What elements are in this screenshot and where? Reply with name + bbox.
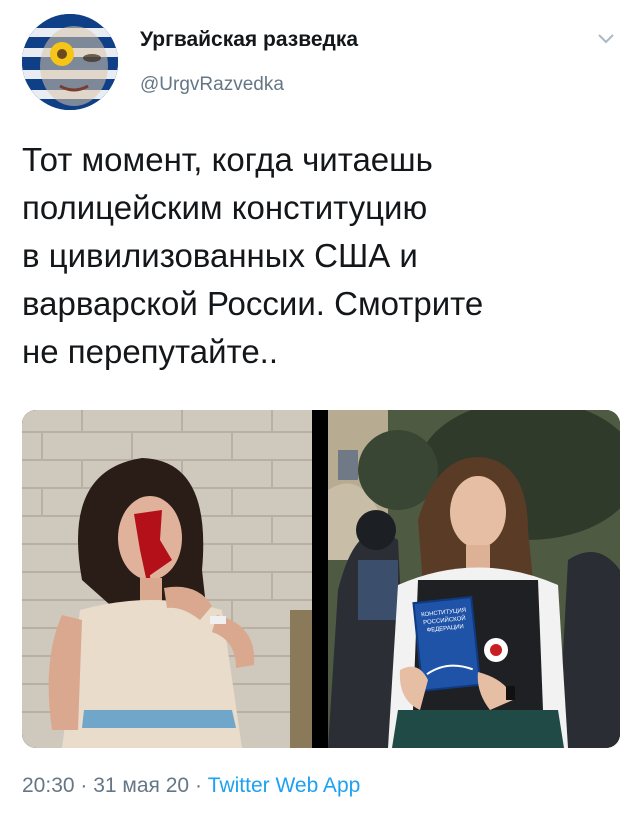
- uruguay-flag-face-icon: [22, 14, 118, 110]
- author-handle[interactable]: @UrgvRazvedka: [140, 74, 284, 96]
- meta-separator: ·: [74, 774, 94, 797]
- tweet-text: Тот момент, когда читаешь полицейским ко…: [22, 141, 484, 370]
- meta-separator-2: ·: [189, 774, 208, 797]
- tweet-date[interactable]: 31 мая 20: [93, 774, 189, 797]
- chevron-down-icon[interactable]: [596, 32, 616, 46]
- woman-bleeding-brick-wall-photo[interactable]: [22, 410, 312, 748]
- tweet-time[interactable]: 20:30: [22, 774, 75, 797]
- woman-reading-constitution-police-photo[interactable]: КОНСТИТУЦИЯ РОССИЙСКОЙ ФЕДЕРАЦИИ: [328, 410, 620, 748]
- author-display-name[interactable]: Ургвайская разведка: [140, 28, 358, 52]
- tweet-source-link[interactable]: Twitter Web App: [208, 774, 361, 797]
- tweet-header: Ургвайская разведка @UrgvRazvedka: [0, 0, 640, 120]
- tweet-meta: 20:30 · 31 мая 20 · Twitter Web App: [22, 774, 360, 798]
- avatar[interactable]: [22, 14, 118, 110]
- tweet-media[interactable]: КОНСТИТУЦИЯ РОССИЙСКОЙ ФЕДЕРАЦИИ: [22, 410, 620, 748]
